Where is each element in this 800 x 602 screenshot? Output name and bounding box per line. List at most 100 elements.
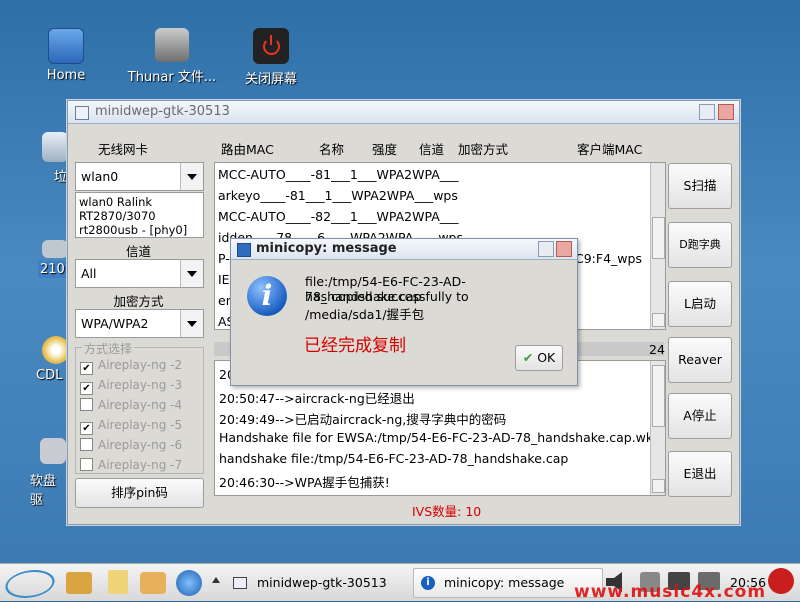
browser-launcher-icon[interactable] — [176, 570, 202, 596]
scroll-thumb[interactable] — [652, 217, 665, 259]
wlan-info-box: wlan0 Ralink RT2870/3070 rt2800usb - [ph… — [75, 192, 204, 238]
header-client-mac: 客户端MAC — [577, 142, 643, 157]
checkbox-box — [80, 438, 93, 451]
checkbox-label: Aireplay-ng -7 — [98, 458, 183, 472]
message-dialog: minicopy: message i file:/tmp/54-E6-FC-2… — [230, 238, 578, 386]
close-button[interactable] — [718, 104, 734, 120]
checkbox-box: ✔ — [80, 382, 93, 395]
dictionary-button[interactable]: D跑字典 — [668, 222, 732, 268]
desktop-icon-label: CDL — [36, 368, 63, 383]
ap-row[interactable]: arkeyo____-81___1___WPA2WPA___wps — [218, 188, 458, 203]
mode-checkbox-6[interactable]: Aireplay-ng -6 — [80, 438, 182, 456]
desktop-icon-trash[interactable]: 垃 — [22, 132, 68, 185]
mode-checkbox-3[interactable]: ✔ Aireplay-ng -3 — [80, 378, 182, 396]
wlan-info-line: wlan0 Ralink — [79, 195, 153, 209]
header-strength: 强度 — [372, 142, 398, 157]
image-launcher-icon[interactable] — [140, 572, 166, 594]
log-row: 20:46:30-->WPA握手包捕获! — [219, 475, 390, 490]
count-label: 24 — [649, 342, 665, 357]
desktop-icon-cdrom[interactable]: CDL — [36, 336, 70, 383]
editor-launcher-icon[interactable] — [108, 570, 128, 594]
check-icon: ✔ — [522, 350, 534, 365]
desktop-icon-label: 垃 — [53, 170, 67, 185]
log-row: Handshake file for EWSA:/tmp/54-E6-FC-23… — [219, 430, 662, 445]
desktop-icon-label: 关闭屏幕 — [244, 72, 297, 87]
start-button[interactable]: L启动 — [668, 281, 732, 327]
desktop-icon-home[interactable]: Home — [21, 28, 111, 83]
ok-label: OK — [537, 350, 556, 365]
window-icon — [233, 577, 247, 589]
window-titlebar[interactable]: minidwep-gtk-30513 — [68, 101, 739, 124]
pin-sort-button[interactable]: 排序pin码 — [75, 478, 204, 508]
wlan-info-line: RT2870/3070 — [79, 209, 156, 223]
mode-checkbox-5[interactable]: ✔ Aireplay-ng -5 — [80, 418, 182, 436]
stop-button[interactable]: A停止 — [668, 393, 732, 439]
checkbox-box: ✔ — [80, 362, 93, 375]
dialog-titlebar[interactable]: minicopy: message — [231, 239, 577, 260]
task-minidwep[interactable]: minidwep-gtk-30513 — [226, 568, 408, 598]
exit-button[interactable]: E退出 — [668, 451, 732, 497]
channel-label: 信道 — [125, 244, 151, 259]
scan-button[interactable]: S扫描 — [668, 163, 732, 209]
checkbox-box — [80, 458, 93, 471]
dialog-close-button[interactable] — [556, 241, 572, 257]
desktop-icon-label: 软盘驱 — [30, 474, 57, 508]
home-folder-icon — [48, 28, 84, 64]
watermark: www.music4x.com — [574, 582, 767, 602]
dialog-title: minicopy: message — [256, 241, 397, 256]
desktop-icon-drive[interactable]: 210 — [38, 240, 68, 278]
info-icon: i — [421, 576, 435, 590]
log-row: 20:49:49-->已启动aircrack-ng,搜寻字典中的密码 — [219, 412, 507, 427]
files-launcher-icon[interactable] — [66, 572, 92, 594]
checkbox-label: Aireplay-ng -5 — [98, 418, 183, 432]
taskbar: minidwep-gtk-30513 i minicopy: message 2… — [0, 563, 800, 602]
checkbox-label: Aireplay-ng -6 — [98, 438, 183, 452]
desktop-icon-screen-off[interactable]: 关闭屏幕 — [226, 28, 316, 87]
ap-row[interactable]: MCC-AUTO____-82___1___WPA2WPA___ — [218, 209, 459, 224]
power-button-icon[interactable] — [768, 568, 794, 594]
mode-checkbox-4[interactable]: Aireplay-ng -4 — [80, 398, 182, 416]
desktop-icon-floppy[interactable]: 软盘驱 — [30, 438, 68, 508]
scroll-thumb[interactable] — [652, 365, 665, 427]
checkbox-box — [80, 398, 93, 411]
encryption-select-value: WPA/WPA2 — [81, 316, 149, 331]
window-title: minidwep-gtk-30513 — [95, 104, 230, 119]
file-manager-icon — [155, 28, 189, 62]
client-mac-cell: C9:F4_wps — [575, 251, 642, 266]
minimize-button[interactable] — [699, 104, 715, 120]
channel-select-value: All — [81, 266, 97, 281]
wlan-select[interactable]: wlan0 — [75, 162, 204, 191]
wlan-info-line: rt2800usb - [phy0] — [79, 223, 188, 237]
ok-button[interactable]: ✔ OK — [515, 345, 563, 371]
header-channel: 信道 — [419, 142, 445, 157]
mode-checkbox-7[interactable]: Aireplay-ng -7 — [80, 458, 182, 476]
desktop-icon-label: Home — [46, 68, 86, 83]
header-name: 名称 — [319, 142, 345, 157]
scroll-down-button[interactable] — [652, 479, 665, 493]
scroll-down-button[interactable] — [652, 313, 665, 327]
start-menu-icon[interactable] — [0, 570, 60, 598]
dialog-note: 已经完成复制 — [304, 336, 406, 356]
hard-drive-icon — [42, 240, 68, 258]
desktop-icon-thunar[interactable]: Thunar 文件... — [123, 28, 221, 85]
desktop-icon-label: Thunar 文件... — [127, 70, 217, 85]
header-router-mac: 路由MAC — [221, 142, 274, 157]
ap-row[interactable]: MCC-AUTO____-81___1___WPA2WPA___ — [218, 167, 459, 182]
channel-select[interactable]: All — [75, 259, 204, 288]
encryption-select[interactable]: WPA/WPA2 — [75, 309, 204, 338]
checkbox-label: Aireplay-ng -4 — [98, 398, 183, 412]
ap-row[interactable]: P- — [218, 251, 230, 266]
dialog-maximize-button[interactable] — [538, 241, 554, 257]
mode-group-label: 方式选择 — [82, 340, 135, 357]
encryption-label: 加密方式 — [113, 294, 164, 309]
ap-list-scrollbar[interactable] — [650, 163, 665, 329]
mode-group: 方式选择 ✔ Aireplay-ng -2 ✔ Aireplay-ng -3 Air… — [75, 340, 204, 476]
log-list-scrollbar[interactable] — [650, 361, 665, 495]
wlan-select-value: wlan0 — [81, 169, 119, 184]
reaver-button[interactable]: Reaver — [668, 337, 732, 383]
checkbox-box: ✔ — [80, 422, 93, 435]
ap-row[interactable]: IE — [218, 272, 230, 287]
info-icon: i — [247, 276, 287, 316]
chevron-up-icon[interactable] — [212, 577, 220, 583]
mode-checkbox-2[interactable]: ✔ Aireplay-ng -2 — [80, 358, 182, 376]
